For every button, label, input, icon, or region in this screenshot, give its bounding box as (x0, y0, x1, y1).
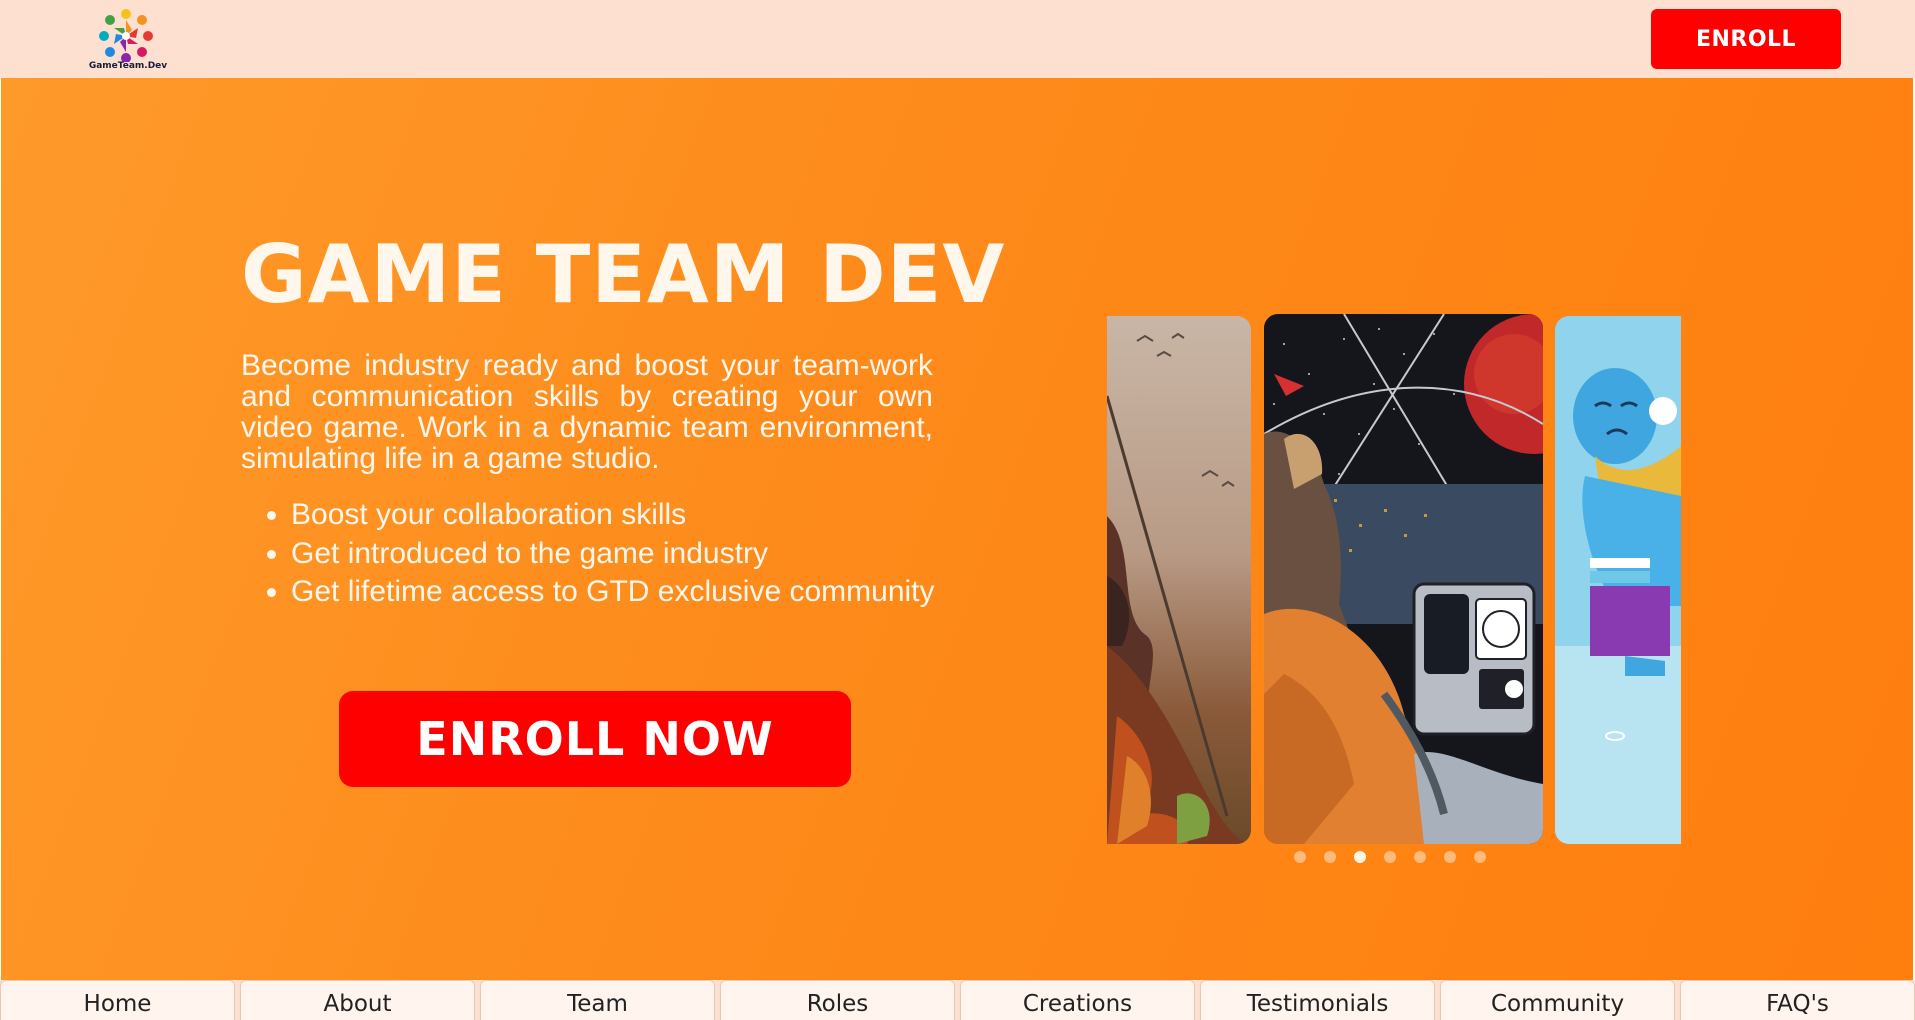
carousel-dot-3-active[interactable] (1354, 851, 1366, 863)
logo-people-icon (99, 9, 153, 63)
benefit-item: Boost your collaboration skills (291, 496, 935, 535)
hero-description: Become industry ready and boost your tea… (241, 349, 933, 475)
benefit-item: Get introduced to the game industry (291, 535, 935, 574)
battle-artwork (1107, 316, 1251, 844)
nav-tab-creations[interactable]: Creations (960, 980, 1195, 1020)
nav-tab-faqs[interactable]: FAQ's (1680, 980, 1915, 1020)
carousel-dot-2[interactable] (1324, 851, 1336, 863)
top-header: GameTeam.Dev ENROLL (0, 0, 1915, 78)
nav-tab-team[interactable]: Team (480, 980, 715, 1020)
game-art-carousel[interactable] (1107, 238, 1681, 844)
carousel-pagination (1294, 851, 1486, 863)
carousel-slide-battle[interactable] (1107, 316, 1251, 844)
header-enroll-button[interactable]: ENROLL (1651, 9, 1841, 69)
hero-section: GAME TEAM DEV Become industry ready and … (1, 78, 1913, 980)
cockpit-artwork (1264, 314, 1543, 844)
nav-tab-roles[interactable]: Roles (720, 980, 955, 1020)
carousel-dot-7[interactable] (1474, 851, 1486, 863)
nav-tab-testimonials[interactable]: Testimonials (1200, 980, 1435, 1020)
nav-tab-home[interactable]: Home (0, 980, 235, 1020)
carousel-dot-5[interactable] (1414, 851, 1426, 863)
logo-wordmark: GameTeam.Dev (88, 61, 168, 71)
carousel-dot-6[interactable] (1444, 851, 1456, 863)
benefit-item: Get lifetime access to GTD exclusive com… (291, 573, 935, 612)
gameteam-logo[interactable]: GameTeam.Dev (88, 6, 168, 72)
nav-tab-community[interactable]: Community (1440, 980, 1675, 1020)
enroll-now-button[interactable]: ENROLL NOW (339, 691, 851, 787)
character-artwork (1555, 316, 1681, 844)
section-nav: Home About Team Roles Creations Testimon… (0, 980, 1915, 1020)
nav-tab-about[interactable]: About (240, 980, 475, 1020)
carousel-slide-character[interactable] (1555, 316, 1681, 844)
hero-benefits-list: Boost your collaboration skills Get intr… (241, 496, 935, 612)
carousel-dot-1[interactable] (1294, 851, 1306, 863)
carousel-slide-cockpit[interactable] (1264, 314, 1543, 844)
carousel-dot-4[interactable] (1384, 851, 1396, 863)
hero-title: GAME TEAM DEV (241, 228, 1006, 321)
